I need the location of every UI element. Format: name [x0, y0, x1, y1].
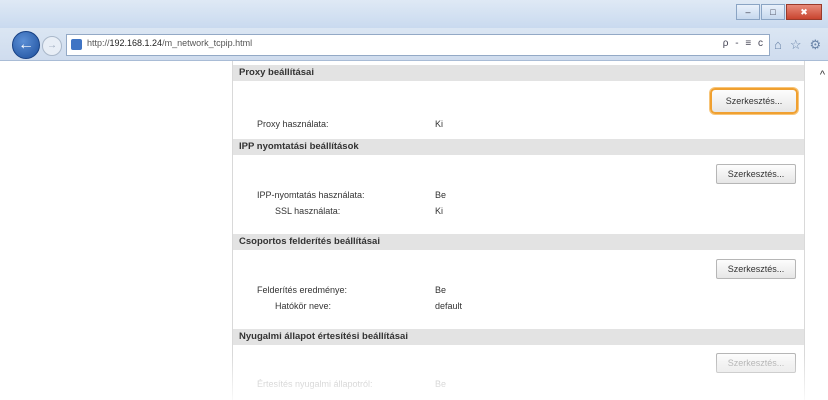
ipp-edit-button[interactable]: Szerkesztés...: [716, 164, 796, 184]
maximize-button[interactable]: □: [761, 4, 785, 20]
window-controls: – □ ✖: [736, 4, 822, 20]
discovery-response-label: Felderítés eredménye:: [257, 285, 348, 295]
sleep-notification-edit-button[interactable]: Szerkesztés...: [716, 353, 796, 373]
scope-name-value: default: [435, 301, 463, 311]
section-header-multicast: Csoportos felderítés beállításai: [233, 234, 804, 250]
browser-navbar: ← → http://192.168.1.24/m_network_tcpip.…: [0, 28, 828, 61]
settings-panel: Proxy beállításai Szerkesztés... Proxy h…: [232, 61, 805, 400]
sleep-notification-value: Be: [435, 379, 447, 389]
ssl-use-value: Ki: [435, 206, 444, 216]
ipp-use-label: IPP-nyomtatás használata:: [257, 190, 365, 200]
url-path: /m_network_tcpip.html: [162, 38, 253, 48]
address-bar[interactable]: http://192.168.1.24/m_network_tcpip.html…: [66, 34, 770, 56]
section-header-sleep-notification: Nyugalmi állapot értesítési beállításai: [233, 329, 804, 345]
url-prefix: http://: [87, 38, 110, 48]
ssl-use-label: SSL használata:: [275, 206, 341, 216]
scope-name-label: Hatókör neve:: [275, 301, 332, 311]
favorites-icon[interactable]: ☆: [790, 37, 802, 53]
address-tools[interactable]: ρ - ≡ c: [723, 38, 765, 49]
discovery-response-value: Be: [435, 285, 447, 295]
settings-icon[interactable]: ⚙: [810, 37, 822, 53]
close-button[interactable]: ✖: [786, 4, 822, 20]
proxy-edit-button[interactable]: Szerkesztés...: [710, 88, 798, 114]
url-text: http://192.168.1.24/m_network_tcpip.html: [87, 38, 252, 48]
multicast-edit-button[interactable]: Szerkesztés...: [716, 259, 796, 279]
section-header-proxy: Proxy beállításai: [233, 65, 804, 81]
scroll-up-icon[interactable]: ^: [820, 69, 825, 81]
url-host: 192.168.1.24: [109, 38, 163, 48]
ipp-use-value: Be: [435, 190, 447, 200]
window-titlebar: – □ ✖: [0, 0, 828, 28]
page-content: ^ Proxy beállításai Szerkesztés... Proxy…: [0, 61, 828, 400]
proxy-use-value: Ki: [435, 119, 444, 129]
proxy-use-label: Proxy használata:: [257, 119, 329, 129]
page-icon: [71, 39, 82, 50]
minimize-button[interactable]: –: [736, 4, 760, 20]
sleep-notification-label: Értesítés nyugalmi állapotról:: [257, 379, 373, 389]
back-button[interactable]: ←: [12, 31, 40, 59]
home-icon[interactable]: ⌂: [774, 37, 782, 53]
section-header-ipp: IPP nyomtatási beállítások: [233, 139, 804, 155]
browser-toolbar-icons: ⌂ ☆ ⚙: [774, 37, 821, 53]
forward-button[interactable]: →: [42, 36, 62, 56]
